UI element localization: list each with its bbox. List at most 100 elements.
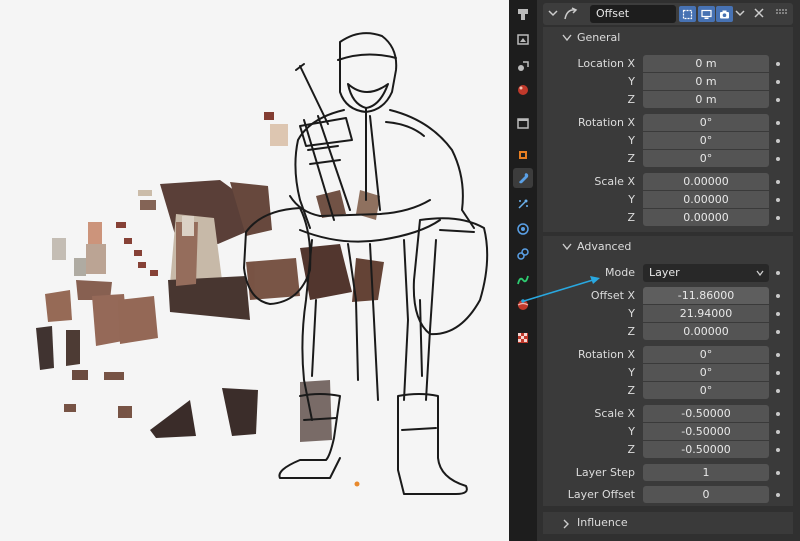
- layer-step-label: Layer Step: [575, 466, 635, 479]
- rotation-x-field[interactable]: 0°: [643, 114, 769, 131]
- keyframe-dot[interactable]: [776, 389, 780, 393]
- offset-z-field[interactable]: 0.00000: [643, 323, 769, 340]
- keyframe-dot[interactable]: [776, 330, 780, 334]
- location-z-field[interactable]: 0 m: [643, 91, 769, 108]
- adv-rotation-x-label: Rotation X: [577, 348, 635, 361]
- keyframe-dot[interactable]: [776, 98, 780, 102]
- chevron-down-icon[interactable]: [547, 7, 559, 19]
- keyframe-dot[interactable]: [776, 294, 780, 298]
- influence-subpanel-header[interactable]: Influence: [543, 512, 793, 534]
- chevron-down-icon: [562, 243, 572, 251]
- mode-dropdown[interactable]: Layer: [643, 264, 769, 282]
- location-x-label: Location X: [577, 57, 635, 70]
- viewport[interactable]: [0, 0, 509, 541]
- character-artwork: [36, 32, 489, 495]
- keyframe-dot[interactable]: [776, 412, 780, 416]
- modifier-tab[interactable]: [513, 168, 533, 188]
- collection-tab[interactable]: [513, 113, 533, 133]
- chevron-down-icon: [562, 34, 572, 42]
- general-subpanel-header[interactable]: General: [543, 27, 793, 49]
- advanced-subpanel-title: Advanced: [577, 240, 632, 253]
- rotation-z-label: Z: [627, 152, 635, 165]
- offset-x-field[interactable]: -11.86000: [643, 287, 769, 304]
- constraints-icon: [517, 248, 529, 260]
- data-icon: [517, 275, 529, 285]
- mode-label: Mode: [605, 266, 635, 279]
- keyframe-dot[interactable]: [776, 80, 780, 84]
- offset-x-label: Offset X: [590, 289, 635, 302]
- keyframe-dot[interactable]: [776, 448, 780, 452]
- adv-scale-y-field[interactable]: -0.50000: [643, 423, 769, 440]
- keyframe-dot[interactable]: [776, 430, 780, 434]
- drag-grip-icon[interactable]: [775, 8, 789, 18]
- texture-icon: [518, 333, 528, 343]
- keyframe-dot[interactable]: [776, 371, 780, 375]
- physics-tab[interactable]: [513, 219, 533, 239]
- texture-tab[interactable]: [513, 328, 533, 348]
- object-icon: [519, 151, 527, 159]
- adv-rotation-z-field[interactable]: 0°: [643, 382, 769, 399]
- render-toggle[interactable]: [716, 6, 733, 22]
- keyframe-dot[interactable]: [776, 471, 780, 475]
- adv-rotation-y-label: Y: [628, 366, 635, 379]
- offset-y-label: Y: [628, 307, 635, 320]
- camera-icon: [720, 10, 729, 18]
- rotation-z-field[interactable]: 0°: [643, 150, 769, 167]
- material-icon: [517, 300, 529, 310]
- location-z-label: Z: [627, 93, 635, 106]
- location-y-label: Y: [628, 75, 635, 88]
- close-icon[interactable]: [753, 7, 765, 19]
- monitor-icon: [701, 9, 712, 19]
- keyframe-dot[interactable]: [776, 157, 780, 161]
- constraints-tab[interactable]: [513, 244, 533, 264]
- material-tab[interactable]: [513, 295, 533, 315]
- object-tab[interactable]: [513, 145, 533, 165]
- edit-mode-toggle[interactable]: [679, 6, 696, 22]
- keyframe-dot[interactable]: [776, 180, 780, 184]
- adv-rotation-x-field[interactable]: 0°: [643, 346, 769, 363]
- adv-rotation-z-label: Z: [627, 384, 635, 397]
- keyframe-dot[interactable]: [776, 271, 780, 275]
- keyframe-dot[interactable]: [776, 353, 780, 357]
- location-x-field[interactable]: 0 m: [643, 55, 769, 72]
- scale-x-field[interactable]: 0.00000: [643, 173, 769, 190]
- render-tab[interactable]: [513, 30, 533, 50]
- modifier-header: Offset: [543, 3, 793, 25]
- modifier-wrench-icon: [519, 173, 529, 184]
- keyframe-dot[interactable]: [776, 62, 780, 66]
- viewport-display-toggle[interactable]: [698, 6, 715, 22]
- scale-z-field[interactable]: 0.00000: [643, 209, 769, 226]
- layer-step-field[interactable]: 1: [643, 464, 769, 481]
- particles-icon: [518, 199, 528, 209]
- rotation-y-field[interactable]: 0°: [643, 132, 769, 149]
- particles-tab[interactable]: [513, 194, 533, 214]
- tool-tab[interactable]: [513, 4, 533, 24]
- modifier-name-field[interactable]: Offset: [590, 5, 676, 23]
- layer-offset-label: Layer Offset: [567, 488, 635, 501]
- dropdown-chevron-icon[interactable]: [734, 7, 746, 19]
- edit-mode-icon: [682, 9, 693, 19]
- offset-modifier-icon: [564, 7, 578, 20]
- tool-icon: [518, 9, 528, 20]
- keyframe-dot[interactable]: [776, 493, 780, 497]
- world-tab[interactable]: [513, 80, 533, 100]
- offset-y-field[interactable]: 21.94000: [643, 305, 769, 322]
- adv-rotation-y-field[interactable]: 0°: [643, 364, 769, 381]
- keyframe-dot[interactable]: [776, 139, 780, 143]
- scale-z-label: Z: [627, 211, 635, 224]
- keyframe-dot[interactable]: [776, 198, 780, 202]
- keyframe-dot[interactable]: [776, 216, 780, 220]
- adv-scale-z-field[interactable]: -0.50000: [643, 441, 769, 458]
- location-y-field[interactable]: 0 m: [643, 73, 769, 90]
- chevron-right-icon: [563, 519, 569, 529]
- adv-scale-x-field[interactable]: -0.50000: [643, 405, 769, 422]
- output-tab[interactable]: [513, 56, 533, 76]
- offset-z-label: Z: [627, 325, 635, 338]
- keyframe-dot[interactable]: [776, 312, 780, 316]
- data-tab[interactable]: [513, 270, 533, 290]
- keyframe-dot[interactable]: [776, 121, 780, 125]
- adv-scale-y-label: Y: [628, 425, 635, 438]
- advanced-subpanel-header[interactable]: Advanced: [543, 236, 793, 258]
- scale-y-field[interactable]: 0.00000: [643, 191, 769, 208]
- layer-offset-field[interactable]: 0: [643, 486, 769, 503]
